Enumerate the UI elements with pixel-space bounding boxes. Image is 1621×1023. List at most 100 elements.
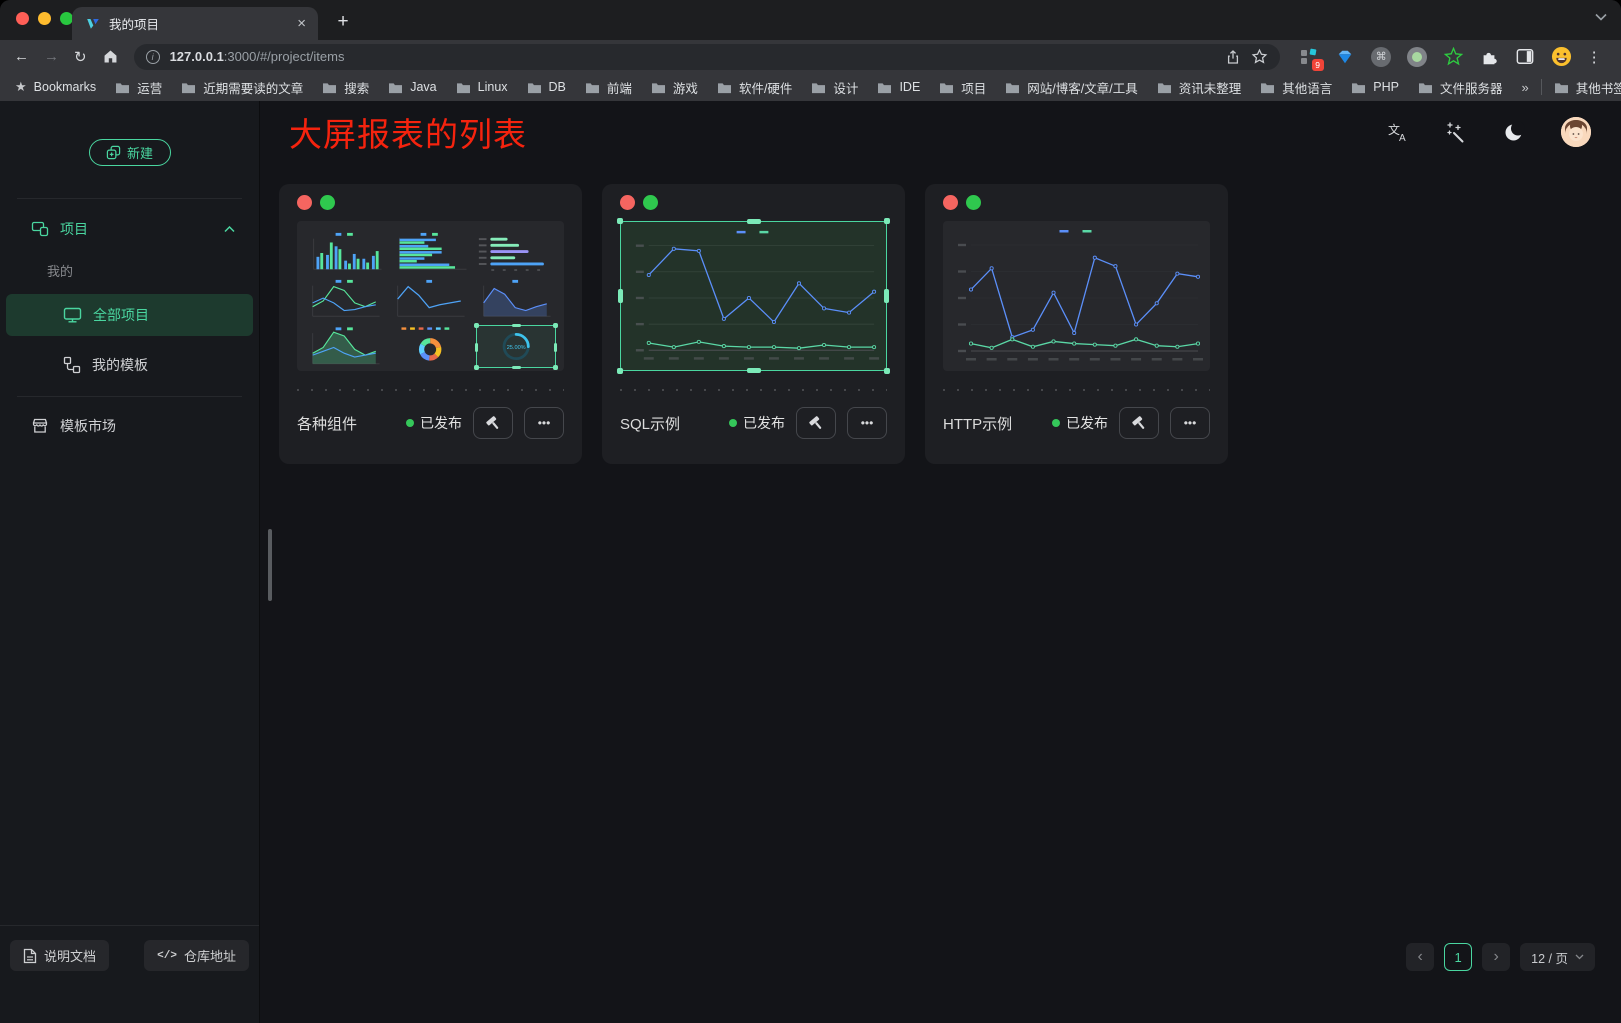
page-size-select[interactable]: 12 / 页 [1520, 943, 1595, 971]
sidebar-footer: 说明文档 </> 仓库地址 [0, 925, 259, 1023]
bookmark-folder[interactable]: 近期需要读的文章 [181, 78, 303, 97]
next-page-button[interactable]: › [1482, 943, 1510, 971]
bookmarks-bar: ★ Bookmarks 运营 近期需要读的文章 搜索 Java Linux [0, 73, 1621, 101]
bookmark-folder[interactable]: 其他语言 [1260, 78, 1332, 97]
repo-button[interactable]: </> 仓库地址 [144, 940, 249, 971]
extension-grid-icon[interactable]: 9 [1299, 46, 1320, 67]
docs-button[interactable]: 说明文档 [10, 940, 109, 971]
sidebar-divider [17, 198, 242, 199]
bookmark-folder[interactable]: 资讯未整理 [1157, 78, 1242, 97]
sidebar-icon [1516, 48, 1534, 65]
edit-button[interactable] [1119, 407, 1159, 439]
bookmarks-overflow-chevron[interactable]: » [1521, 80, 1528, 95]
folder-icon [1005, 81, 1020, 94]
sidebar-item-template-market[interactable]: 模板市场 [0, 411, 259, 441]
minimize-button[interactable] [38, 12, 51, 25]
current-page-button[interactable]: 1 [1444, 943, 1472, 971]
chrome-menu-icon[interactable]: ⋮ [1587, 48, 1603, 66]
project-card-list: 25.00% 各种组件 已发布 [260, 163, 1621, 464]
more-button[interactable]: ••• [1170, 407, 1210, 439]
monitor-icon [63, 306, 82, 324]
more-button[interactable]: ••• [847, 407, 887, 439]
sidebar-item-my-templates[interactable]: 我的模板 [6, 344, 253, 386]
back-icon[interactable]: ← [14, 48, 29, 65]
template-icon [63, 356, 81, 374]
extension-star-icon[interactable] [1443, 46, 1464, 67]
browser-tab[interactable]: 我的项目 × [72, 7, 318, 40]
bookmark-folder[interactable]: 项目 [939, 78, 986, 97]
refresh-icon[interactable]: ↻ [74, 48, 87, 66]
dark-mode-button[interactable] [1503, 121, 1525, 143]
bookmark-folder[interactable]: DB [527, 80, 566, 94]
profile-avatar-icon[interactable] [1551, 46, 1572, 67]
new-project-button[interactable]: 新建 [89, 139, 171, 166]
hammer-icon [485, 415, 502, 432]
bookmarks-right: » 其他书签 [1521, 78, 1621, 97]
edit-button[interactable] [796, 407, 836, 439]
bookmark-folder[interactable]: PHP [1351, 80, 1399, 94]
mini-donut-chart [390, 325, 470, 368]
url-bar[interactable]: i 127.0.0.1:3000/#/project/items [134, 44, 1280, 70]
tab-close-icon[interactable]: × [297, 15, 306, 32]
extension-record-icon[interactable] [1407, 46, 1428, 67]
chevron-down-icon[interactable] [1595, 13, 1607, 21]
bookmark-folder[interactable]: 前端 [585, 78, 632, 97]
chevron-up-icon[interactable] [224, 226, 235, 233]
bookmark-folder[interactable]: 软件/硬件 [717, 78, 792, 97]
bookmark-folder[interactable]: 文件服务器 [1418, 78, 1503, 97]
extension-command-icon[interactable]: ⌘ [1371, 46, 1392, 67]
prev-page-button[interactable]: ‹ [1406, 943, 1434, 971]
new-tab-button[interactable]: + [331, 10, 355, 34]
share-icon[interactable] [1225, 49, 1241, 65]
more-button[interactable]: ••• [524, 407, 564, 439]
bookmark-folder[interactable]: IDE [877, 80, 920, 94]
scrollbar-thumb[interactable] [268, 529, 272, 601]
home-icon[interactable] [102, 48, 119, 65]
site-info-icon[interactable]: i [146, 50, 160, 64]
project-title: HTTP示例 [943, 413, 1041, 434]
bookmark-folder[interactable]: 网站/博客/文章/工具 [1005, 78, 1137, 97]
bookmark-folder[interactable]: 设计 [811, 78, 858, 97]
green-dot [320, 195, 335, 210]
card-status-dots [620, 195, 887, 210]
bookmark-folder[interactable]: 游戏 [651, 78, 698, 97]
status-dot [1052, 419, 1060, 427]
sidebar-section-projects[interactable]: 项目 [0, 217, 259, 241]
mini-two-line-chart [305, 278, 385, 320]
language-toggle-button[interactable]: 文 A [1387, 121, 1409, 143]
bookmarks-root[interactable]: ★ Bookmarks [15, 79, 96, 95]
folder-icon [811, 81, 826, 94]
side-panel-icon[interactable] [1515, 46, 1536, 67]
project-preview[interactable] [620, 221, 887, 371]
bookmark-folder[interactable]: Java [388, 80, 436, 94]
project-title: 各种组件 [297, 413, 395, 434]
bookmark-star-icon[interactable] [1251, 48, 1268, 65]
extension-puzzle-icon[interactable] [1479, 46, 1500, 67]
bookmark-folder[interactable]: 运营 [115, 78, 162, 97]
mini-area-chart [476, 278, 556, 320]
folder-icon [877, 81, 892, 94]
theme-magic-button[interactable] [1445, 121, 1467, 143]
red-dot [943, 195, 958, 210]
sidebar-divider [17, 396, 242, 397]
other-bookmarks[interactable]: 其他书签 [1554, 78, 1621, 97]
forward-icon[interactable]: → [44, 48, 59, 65]
moon-icon [1503, 121, 1525, 143]
sidebar-item-all-projects[interactable]: 全部项目 [6, 294, 253, 336]
gem-icon [1336, 48, 1354, 66]
extension-gem-icon[interactable] [1335, 46, 1356, 67]
edit-button[interactable] [473, 407, 513, 439]
bookmark-folder[interactable]: 搜索 [322, 78, 369, 97]
card-status-dots [297, 195, 564, 210]
document-icon [23, 948, 37, 964]
close-button[interactable] [16, 12, 29, 25]
user-avatar[interactable] [1561, 117, 1591, 147]
url-text: 127.0.0.1:3000/#/project/items [170, 49, 345, 64]
bookmark-folder[interactable]: Linux [456, 80, 508, 94]
bookmarks-divider [1541, 79, 1542, 95]
red-dot [620, 195, 635, 210]
storefront-icon [31, 417, 49, 435]
folder-icon [388, 81, 403, 94]
project-preview[interactable]: 25.00% [297, 221, 564, 371]
project-preview[interactable] [943, 221, 1210, 371]
